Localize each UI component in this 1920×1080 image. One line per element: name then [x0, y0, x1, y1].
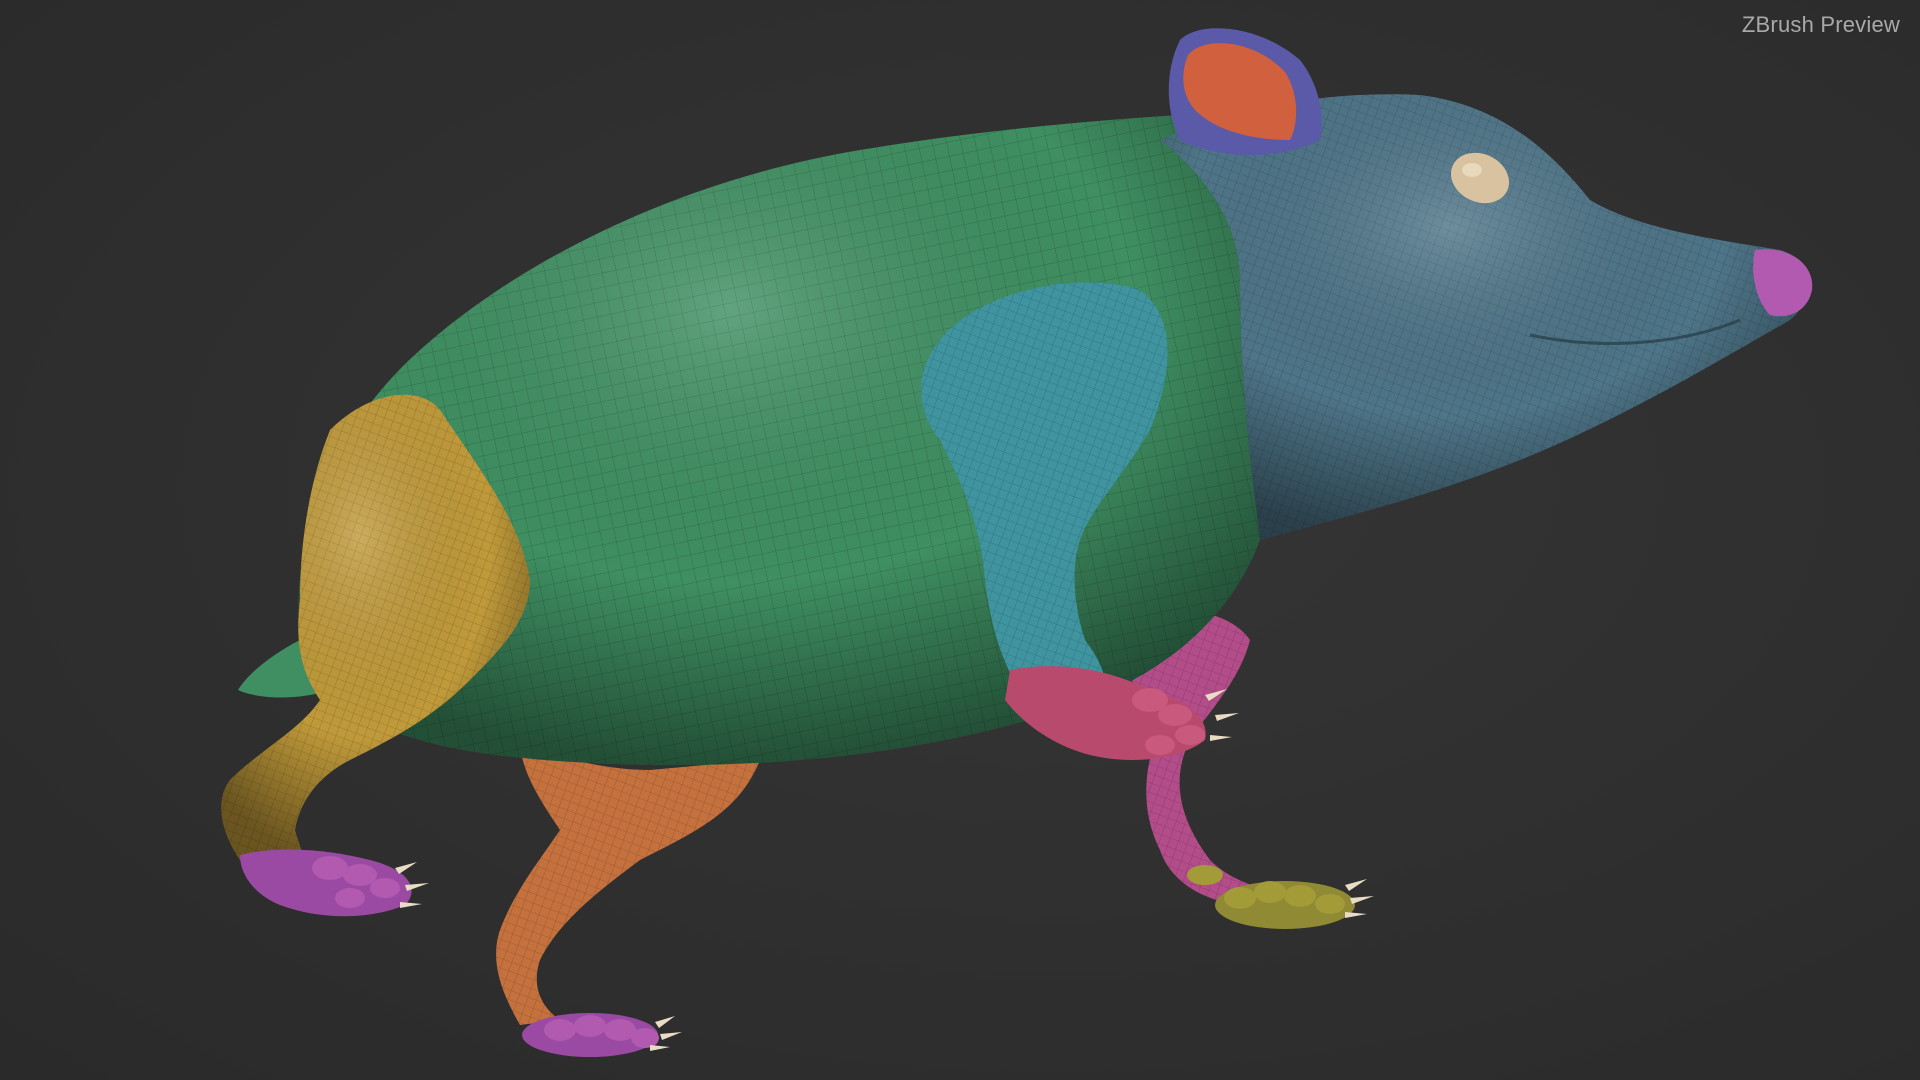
- zbrush-viewport[interactable]: ZBrush Preview: [0, 0, 1920, 1080]
- hind-paw-far: [522, 1013, 682, 1057]
- hind-paw-near: [240, 849, 429, 917]
- rodent-sculpt-model: [221, 28, 1813, 1057]
- ear: [1168, 28, 1322, 155]
- hind-leg-far: [496, 740, 760, 1025]
